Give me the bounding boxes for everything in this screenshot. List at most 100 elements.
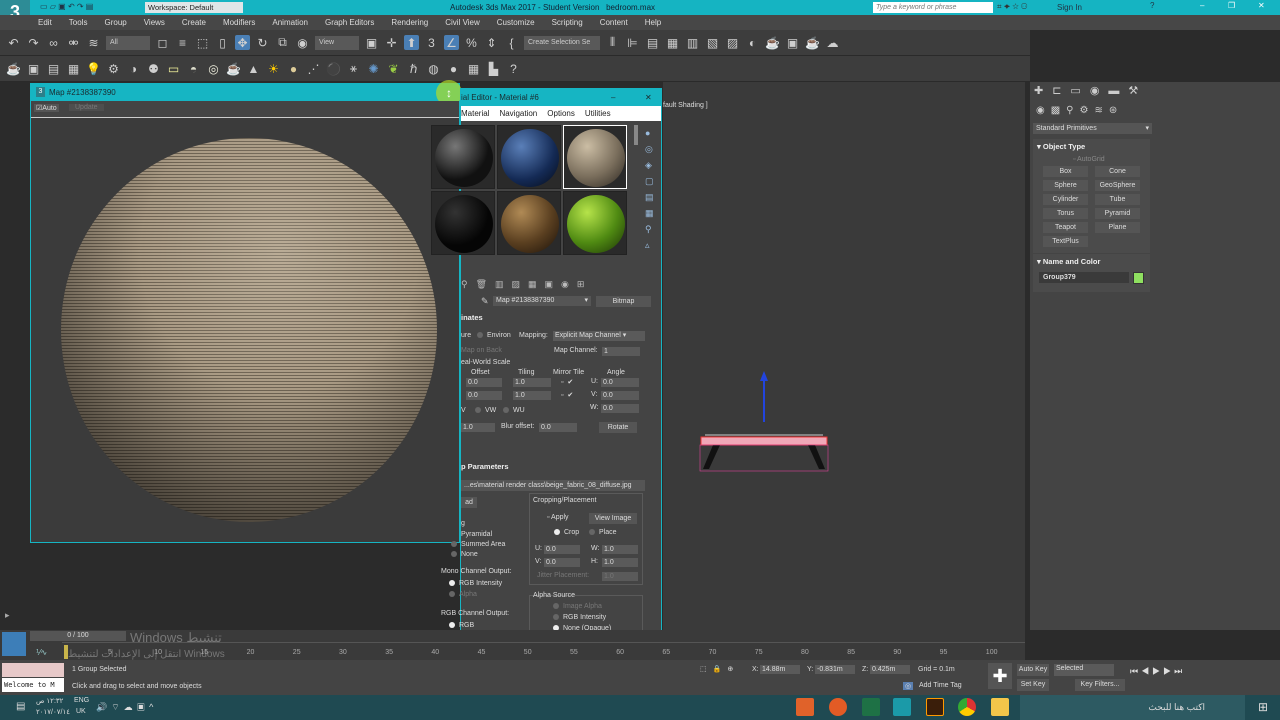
curve-editor-icon[interactable]: ▧: [705, 35, 720, 50]
key-mode-button[interactable]: ✚: [988, 663, 1012, 689]
language-indicator[interactable]: ENG: [74, 697, 89, 704]
scene-explorer-icon[interactable]: ▦: [665, 35, 680, 50]
menu-civil-view[interactable]: Civil View: [445, 18, 480, 27]
sample-slot[interactable]: [431, 191, 495, 255]
tray-icons[interactable]: 🔊⌔☁▣^: [96, 702, 157, 713]
manipulate-icon[interactable]: ✛: [384, 35, 399, 50]
place-icon[interactable]: ◉: [295, 35, 310, 50]
taskbar-excel-icon[interactable]: [862, 698, 880, 716]
cylinder-button[interactable]: Cylinder: [1043, 194, 1088, 205]
menu-scripting[interactable]: Scripting: [552, 18, 583, 27]
jitter-checkbox[interactable]: Jitter Placement:: [537, 572, 589, 579]
menu-group[interactable]: Group: [104, 18, 126, 27]
ribbon-icon[interactable]: ▥: [685, 35, 700, 50]
object-name-input[interactable]: Group379: [1039, 272, 1129, 283]
h-crop-spinner[interactable]: 1.0: [602, 558, 638, 567]
named-selection-dropdown[interactable]: Create Selection Se: [524, 35, 600, 50]
search-input[interactable]: Type a keyword or phrase: [873, 2, 993, 13]
sound-icon[interactable]: ◑: [126, 61, 141, 76]
taskbar-3dsmax-icon[interactable]: [893, 698, 911, 716]
sun-icon[interactable]: ☀: [266, 61, 281, 76]
window-crossing-icon[interactable]: ▯: [215, 35, 230, 50]
rgb-radio[interactable]: RGB: [449, 622, 474, 629]
geosphere-button[interactable]: GeoSphere: [1095, 180, 1140, 191]
menu-material[interactable]: Material: [461, 109, 489, 118]
pyramidal-radio[interactable]: Pyramidal: [461, 531, 492, 538]
bind-space-warp-icon[interactable]: ≋: [86, 35, 101, 50]
autogrid-checkbox[interactable]: ▫ AutoGrid: [1073, 156, 1105, 163]
time-slider[interactable]: 0 / 100: [30, 631, 126, 641]
bitmap-path-button[interactable]: ...es\material render class\beige_fabric…: [461, 480, 645, 491]
textplus-button[interactable]: TextPlus: [1043, 236, 1088, 247]
map-channel-spinner[interactable]: 1: [602, 347, 640, 356]
angle-snap-icon[interactable]: ∠: [444, 35, 459, 50]
coordinates-heading[interactable]: inates: [461, 313, 483, 322]
undo-icon[interactable]: ↶: [6, 35, 21, 50]
layout-icon[interactable]: ▦: [466, 61, 481, 76]
select-by-name-icon[interactable]: ≡: [175, 35, 190, 50]
map-on-back-checkbox[interactable]: Map on Back: [461, 347, 502, 354]
menu-tools[interactable]: Tools: [69, 18, 88, 27]
list-icon[interactable]: ▤: [46, 61, 61, 76]
render-setup-icon[interactable]: ☕: [765, 35, 780, 50]
help-icon[interactable]: ?: [506, 61, 521, 76]
w-angle-spinner[interactable]: 0.0: [601, 404, 639, 413]
u-angle-spinner[interactable]: 0.0: [601, 378, 639, 387]
rect-selection-icon[interactable]: ⬚: [195, 35, 210, 50]
minimize-button[interactable]: –: [611, 89, 615, 106]
maxscript-listener[interactable]: [2, 663, 64, 677]
clock-date[interactable]: ٢٠١٧/٠٧/١٤: [36, 708, 70, 716]
viewport-label[interactable]: fault Shading ]: [663, 102, 708, 109]
teapot-icon[interactable]: ☕: [6, 61, 21, 76]
u-offset-spinner[interactable]: 0.0: [466, 378, 502, 387]
object-type-heading[interactable]: ▾ Object Type: [1037, 142, 1085, 151]
tube-button[interactable]: Tube: [1095, 194, 1140, 205]
menu-help[interactable]: Help: [645, 18, 661, 27]
box-button[interactable]: Box: [1043, 166, 1088, 177]
v-tiling-spinner[interactable]: 1.0: [513, 391, 551, 400]
perspective-viewport[interactable]: fault Shading ]: [663, 82, 1025, 630]
bottom-tool-icons[interactable]: ⚲🗑▥▨▦▣◉⊞: [461, 279, 592, 290]
molecule-icon[interactable]: ⚫: [326, 61, 341, 76]
real-world-scale-checkbox[interactable]: eal-World Scale: [461, 359, 510, 366]
menu-graph-editors[interactable]: Graph Editors: [325, 18, 374, 27]
view-image-button[interactable]: View Image: [589, 513, 637, 524]
update-button[interactable]: Update: [69, 104, 104, 111]
menu-views[interactable]: Views: [144, 18, 165, 27]
maxscript-input[interactable]: Welcome to M: [2, 678, 64, 692]
map-window-titlebar[interactable]: 3 Map #2138387390 ↕: [31, 80, 462, 106]
blur-spinner[interactable]: 1.0: [461, 423, 495, 432]
sample-slot-active[interactable]: [563, 125, 627, 189]
percent-snap-icon[interactable]: %: [464, 35, 479, 50]
menu-customize[interactable]: Customize: [497, 18, 535, 27]
clock-time[interactable]: ١٢:٣٢ ص: [36, 697, 63, 705]
close-button[interactable]: ✕: [645, 89, 652, 106]
redo-icon[interactable]: ↷: [26, 35, 41, 50]
none-radio[interactable]: None: [451, 551, 478, 558]
uv-radio[interactable]: V: [461, 407, 466, 414]
scale-icon[interactable]: ⧉: [275, 35, 290, 50]
menu-utilities[interactable]: Utilities: [585, 109, 611, 118]
reload-button[interactable]: ad: [461, 497, 477, 508]
side-tool-icons[interactable]: ● ◎ ◈ ▢ ▤ ▦ ⚲ ▵: [645, 125, 657, 253]
menu-edit[interactable]: Edit: [38, 18, 52, 27]
place-radio[interactable]: Place: [589, 529, 617, 536]
spinner-snap-icon[interactable]: ⇕: [484, 35, 499, 50]
slots-scrollbar[interactable]: [634, 125, 638, 145]
quick-access-icons[interactable]: ▭ ▱ ▣ ↶ ↷ ▤: [40, 2, 93, 11]
apply-checkbox[interactable]: ▫ Apply: [547, 514, 569, 521]
dome-icon[interactable]: ◓: [186, 61, 201, 76]
v-offset-spinner[interactable]: 0.0: [466, 391, 502, 400]
mapping-dropdown[interactable]: Explicit Map Channel ▾: [553, 331, 645, 341]
skeleton-icon[interactable]: ⚹: [346, 61, 361, 76]
info-icons[interactable]: ⌗ ✦ ☆ ⚇: [997, 2, 1027, 12]
panel-tabs[interactable]: ✚⊏▭◉▬⚒: [1034, 84, 1147, 97]
taskbar-explorer-icon[interactable]: [991, 698, 1009, 716]
key-selection-dropdown[interactable]: Selected: [1054, 664, 1114, 676]
alpha-rgb-intensity-radio[interactable]: RGB Intensity: [553, 614, 606, 621]
render-frame-icon[interactable]: ▣: [785, 35, 800, 50]
auto-key-button[interactable]: Auto Key: [1017, 664, 1049, 676]
torus-button[interactable]: Torus: [1043, 208, 1088, 219]
menu-options[interactable]: Options: [547, 109, 575, 118]
menu-content[interactable]: Content: [600, 18, 628, 27]
